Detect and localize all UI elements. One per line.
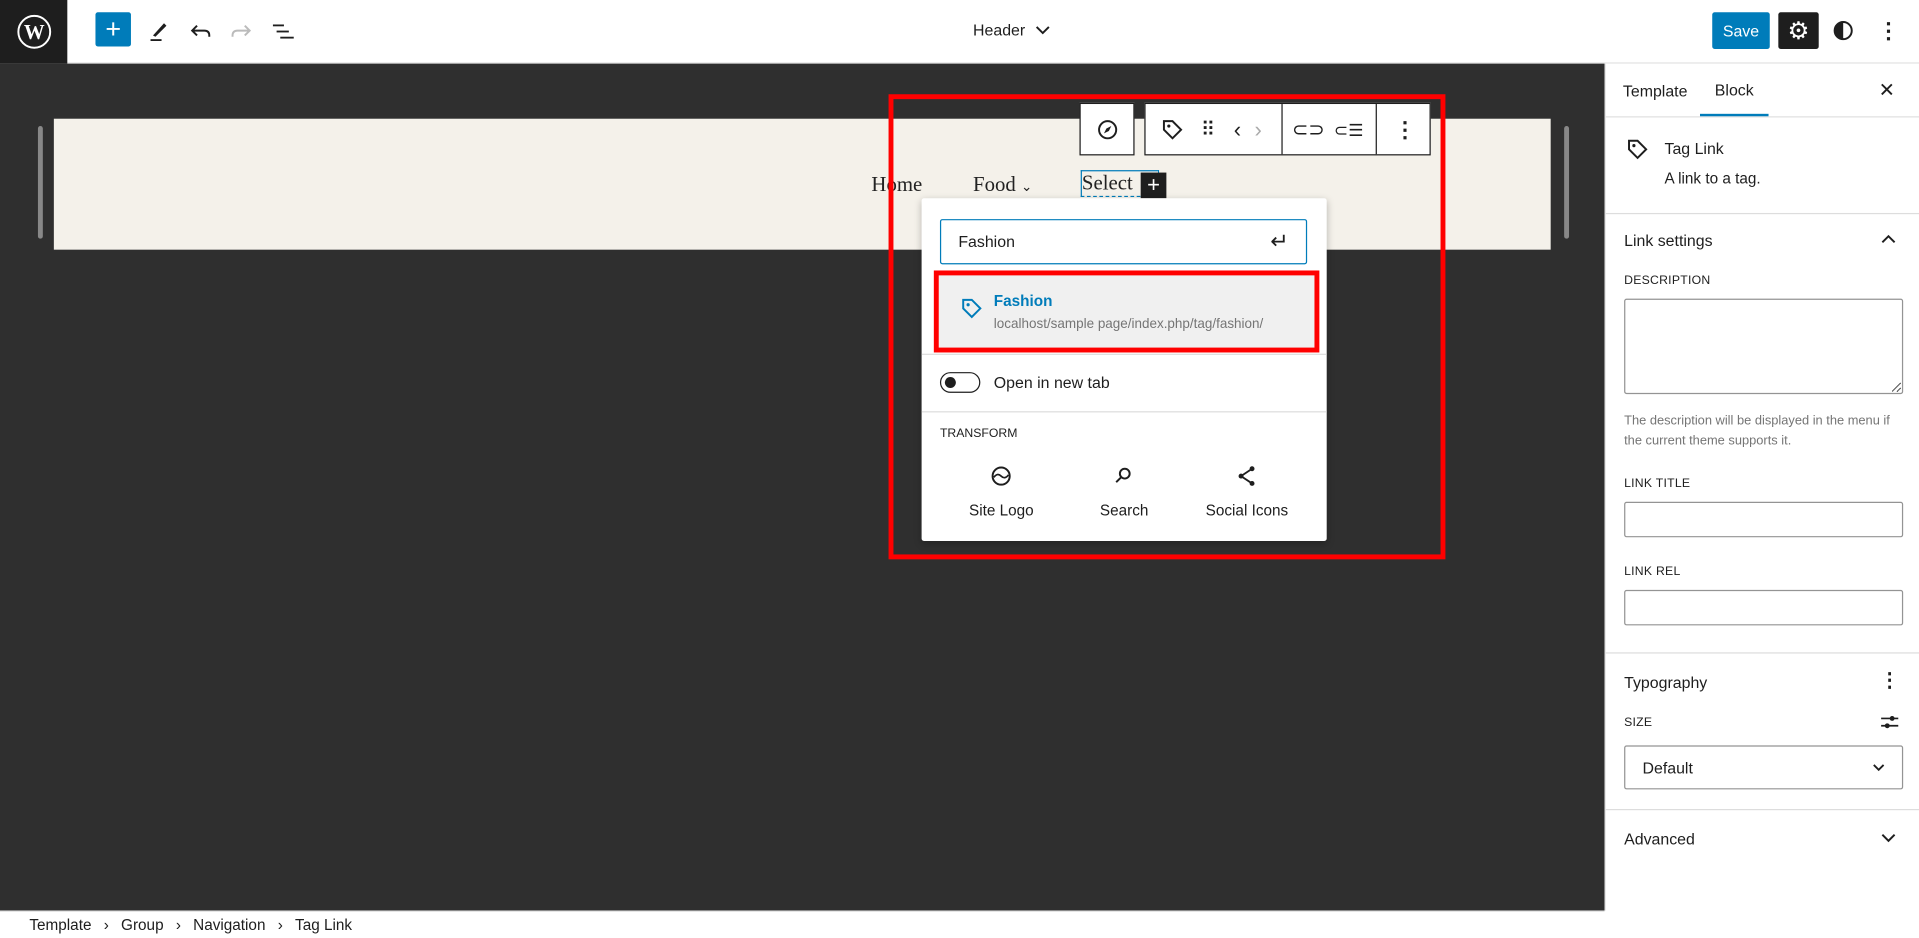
advanced-heading[interactable]: Advanced — [1624, 830, 1695, 848]
options-button[interactable]: ⋮ — [1870, 12, 1907, 49]
add-block-button[interactable]: + — [95, 12, 131, 47]
block-description: A link to a tag. — [1664, 170, 1761, 188]
breadcrumb-tag-link: Tag Link — [295, 916, 353, 934]
description-label: DESCRIPTION — [1624, 274, 1711, 288]
redo-icon — [231, 25, 252, 37]
kebab-icon: ⋮ — [1879, 670, 1900, 692]
block-title: Tag Link — [1664, 139, 1724, 158]
close-icon: ✕ — [1878, 80, 1896, 102]
close-sidebar-button[interactable]: ✕ — [1879, 78, 1895, 102]
chevron-down-icon[interactable] — [1881, 833, 1896, 843]
chevron-up-icon[interactable] — [1881, 234, 1896, 244]
link-title-input[interactable] — [1624, 501, 1904, 538]
breadcrumb-group[interactable]: Group — [121, 916, 164, 933]
resize-handle-left[interactable] — [37, 126, 43, 239]
chevron-right-icon: › — [175, 916, 181, 934]
styles-button[interactable] — [1825, 12, 1862, 49]
link-rel-label: LINK REL — [1624, 565, 1681, 579]
description-textarea[interactable] — [1624, 298, 1904, 395]
chevron-right-icon: › — [103, 916, 109, 934]
contrast-icon — [1833, 21, 1853, 41]
tools-button[interactable] — [141, 12, 178, 49]
gear-icon: ⚙ — [1787, 17, 1810, 45]
description-help: The description will be displayed in the… — [1624, 413, 1890, 448]
top-toolbar: W + Header Save ⚙ ⋮ — [0, 0, 1919, 64]
link-settings-heading[interactable]: Link settings — [1624, 231, 1712, 249]
undo-button[interactable] — [182, 12, 219, 49]
wordpress-icon: W — [16, 14, 51, 49]
undo-icon — [190, 25, 211, 37]
font-size-value: Default — [1642, 758, 1693, 777]
sliders-icon[interactable] — [1880, 712, 1900, 732]
settings-sidebar: Template Block ✕ Tag Link A link to a ta… — [1604, 63, 1919, 911]
typography-options-button[interactable]: ⋮ — [1880, 668, 1900, 692]
plus-icon: + — [105, 13, 122, 45]
chevron-down-icon — [1873, 763, 1885, 771]
breadcrumb-template[interactable]: Template — [29, 916, 91, 933]
document-title: Header — [973, 20, 1026, 40]
size-label: SIZE — [1624, 715, 1653, 730]
typography-heading: Typography — [1624, 673, 1708, 692]
wordpress-logo-button[interactable]: W — [0, 0, 68, 64]
save-button[interactable]: Save — [1712, 12, 1770, 49]
redo-button[interactable] — [223, 12, 260, 49]
list-view-icon — [272, 24, 294, 39]
sidebar-tabs: Template Block ✕ — [1605, 64, 1919, 118]
link-title-label: LINK TITLE — [1624, 477, 1691, 491]
breadcrumb-navigation[interactable]: Navigation — [193, 916, 265, 933]
kebab-icon: ⋮ — [1877, 17, 1900, 43]
chevron-down-icon — [1035, 25, 1050, 34]
resize-handle-right[interactable] — [1564, 126, 1570, 239]
document-title-button[interactable]: Header — [973, 21, 1050, 39]
highlight-box-popover — [888, 94, 1446, 560]
svg-text:W: W — [23, 21, 44, 44]
pencil-icon — [150, 23, 167, 42]
chevron-right-icon: › — [277, 916, 283, 934]
settings-button[interactable]: ⚙ — [1778, 12, 1819, 49]
tab-block[interactable]: Block — [1699, 64, 1769, 117]
link-rel-input[interactable] — [1624, 589, 1904, 626]
font-size-select[interactable]: Default — [1624, 745, 1904, 790]
breadcrumb: Template › Group › Navigation › Tag Link — [0, 910, 1605, 938]
list-view-button[interactable] — [264, 12, 301, 49]
tab-template[interactable]: Template — [1623, 82, 1688, 100]
tag-icon — [1628, 139, 1648, 160]
